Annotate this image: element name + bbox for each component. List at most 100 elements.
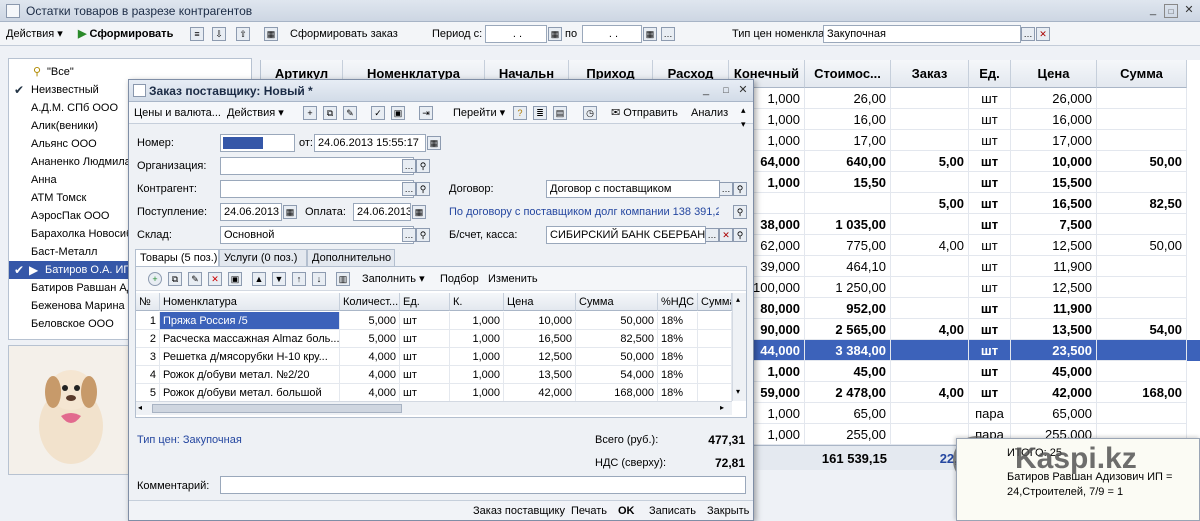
item-cell-nomenclature[interactable]: Решетка д/мясорубки Н-10 кру...	[160, 348, 340, 366]
item-cell-vat-rate[interactable]: 18%	[658, 366, 698, 384]
warehouse-input[interactable]: Основной	[220, 226, 414, 244]
edit-icon[interactable]: ✎	[343, 106, 357, 120]
dialog-close-icon[interactable]: ✕	[736, 84, 750, 98]
send-button[interactable]: ✉ Отправить	[611, 106, 678, 120]
items-header-unit[interactable]: Ед.	[400, 293, 450, 311]
tab-additional[interactable]: Дополнительно	[307, 249, 395, 267]
move-up-icon[interactable]: ▲	[252, 272, 266, 286]
actions-menu[interactable]: Действия ▾	[6, 26, 63, 42]
item-cell-quantity[interactable]: 5,000	[340, 330, 400, 348]
list-item[interactable]: 5 Рожок д/обуви метал. большой 4,000 шт 1,00…	[136, 384, 732, 402]
organization-input[interactable]	[220, 157, 414, 175]
item-cell-unit[interactable]: шт	[400, 330, 450, 348]
item-cell-coefficient[interactable]: 1,000	[450, 312, 504, 330]
column-header-cost[interactable]: Стоимос...	[805, 60, 891, 88]
form-order-button[interactable]: Сформировать заказ	[290, 26, 398, 42]
item-cell-unit[interactable]: шт	[400, 384, 450, 402]
account-input[interactable]: СИБИРСКИЙ БАНК СБЕРБАНК	[546, 226, 706, 244]
items-header-nomenclature[interactable]: Номенклатура	[160, 293, 340, 311]
close-button[interactable]: Закрыть	[707, 504, 749, 518]
minimize-icon[interactable]: _	[1146, 4, 1160, 18]
list-icon[interactable]: ≣	[533, 106, 547, 120]
fill-menu[interactable]: Заполнить ▾	[362, 272, 425, 286]
items-header-quantity[interactable]: Количест...	[340, 293, 400, 311]
number-input[interactable]	[220, 134, 295, 152]
select-button[interactable]: Подбор	[440, 272, 479, 286]
calendar-icon[interactable]: ▦	[412, 205, 426, 219]
scroll-down-icon[interactable]: ▾	[736, 387, 740, 396]
item-cell-quantity[interactable]: 5,000	[340, 312, 400, 330]
export-icon[interactable]: ⇩	[212, 27, 226, 41]
item-cell-nomenclature[interactable]: Пряжа Россия /5	[160, 312, 340, 330]
settings-icon[interactable]: ≡	[190, 27, 204, 41]
item-cell-coefficient[interactable]: 1,000	[450, 348, 504, 366]
item-cell-vat-sum[interactable]	[698, 366, 732, 384]
post-icon[interactable]: ✓	[371, 106, 385, 120]
item-cell-sum[interactable]: 50,000	[576, 312, 658, 330]
item-cell-price[interactable]: 16,500	[504, 330, 576, 348]
report-icon[interactable]: ▤	[553, 106, 567, 120]
delete-row-icon[interactable]: ✕	[208, 272, 222, 286]
scroll-up-icon[interactable]: ▴	[736, 295, 740, 304]
list-item[interactable]: 1 Пряжа Россия /5 5,000 шт 1,000 10,000 50,000…	[136, 312, 732, 330]
clear-icon[interactable]: ✕	[719, 228, 733, 242]
notification-popup[interactable]: ИТОГО: 25 Батиров Равшан Адизович ИП = 2…	[956, 438, 1200, 521]
price-type-input[interactable]: Закупочная	[823, 25, 1021, 43]
items-header-sum[interactable]: Сумма	[576, 293, 658, 311]
save-button[interactable]: Записать	[649, 504, 696, 518]
item-cell-quantity[interactable]: 4,000	[340, 366, 400, 384]
item-cell-vat-sum[interactable]	[698, 384, 732, 402]
item-cell-unit[interactable]: шт	[400, 348, 450, 366]
item-cell-coefficient[interactable]: 1,000	[450, 366, 504, 384]
payment-date-input[interactable]: 24.06.2013	[353, 203, 411, 221]
item-cell-unit[interactable]: шт	[400, 312, 450, 330]
history-icon[interactable]: ◷	[583, 106, 597, 120]
table-icon[interactable]: ▦	[264, 27, 278, 41]
help-icon[interactable]: ?	[513, 106, 527, 120]
list-item[interactable]: 3 Решетка д/мясорубки Н-10 кру... 4,000 шт 1…	[136, 348, 732, 366]
search-icon[interactable]: ⚲	[733, 205, 747, 219]
close-icon[interactable]: ✕	[1182, 4, 1196, 18]
list-item[interactable]: 2 Расческа массажная Almaz боль... 5,000 шт…	[136, 330, 732, 348]
search-icon[interactable]: ⚲	[733, 182, 747, 196]
item-cell-vat-rate[interactable]: 18%	[658, 330, 698, 348]
calendar-icon[interactable]: ▦	[283, 205, 297, 219]
item-cell-coefficient[interactable]: 1,000	[450, 330, 504, 348]
select-icon[interactable]: …	[402, 159, 416, 173]
search-icon[interactable]: ⚲	[416, 159, 430, 173]
end-edit-icon[interactable]: ▣	[228, 272, 242, 286]
prices-currency-button[interactable]: Цены и валюта...	[134, 106, 221, 120]
item-cell-unit[interactable]: шт	[400, 366, 450, 384]
scroll-thumb[interactable]	[152, 404, 402, 413]
price-type-link[interactable]: Тип цен: Закупочная	[137, 434, 242, 446]
move-down-icon[interactable]: ▼	[272, 272, 286, 286]
item-cell-coefficient[interactable]: 1,000	[450, 384, 504, 402]
item-cell-number[interactable]: 4	[136, 366, 160, 384]
search-icon[interactable]: ⚲	[416, 228, 430, 242]
calendar-icon[interactable]: ▦	[643, 27, 657, 41]
item-cell-number[interactable]: 1	[136, 312, 160, 330]
order-print-button[interactable]: Заказ поставщику	[473, 504, 565, 518]
copy-row-icon[interactable]: ⧉	[168, 272, 182, 286]
edit-row-icon[interactable]: ✎	[188, 272, 202, 286]
save-icon[interactable]: ▣	[391, 106, 405, 120]
item-cell-vat-sum[interactable]	[698, 330, 732, 348]
dialog-minimize-icon[interactable]: _	[699, 84, 713, 98]
contract-input[interactable]: Договор с поставщиком	[546, 180, 720, 198]
copy-icon[interactable]: ⧉	[323, 106, 337, 120]
item-cell-vat-sum[interactable]	[698, 348, 732, 366]
dialog-actions-menu[interactable]: Действия ▾	[227, 106, 284, 120]
period-from-input[interactable]: . .	[485, 25, 547, 43]
change-button[interactable]: Изменить	[488, 272, 538, 286]
item-cell-price[interactable]: 13,500	[504, 366, 576, 384]
goto-menu[interactable]: Перейти ▾	[453, 106, 505, 120]
sort-desc-icon[interactable]: ↓	[312, 272, 326, 286]
barcode-icon[interactable]: ▥	[336, 272, 350, 286]
select-icon[interactable]: …	[1021, 27, 1035, 41]
column-header-price[interactable]: Цена	[1011, 60, 1097, 88]
item-cell-vat-rate[interactable]: 18%	[658, 384, 698, 402]
maximize-icon[interactable]: □	[1164, 4, 1178, 18]
calendar-icon[interactable]: ▦	[427, 136, 441, 150]
select-icon[interactable]: …	[705, 228, 719, 242]
item-cell-sum[interactable]: 82,500	[576, 330, 658, 348]
